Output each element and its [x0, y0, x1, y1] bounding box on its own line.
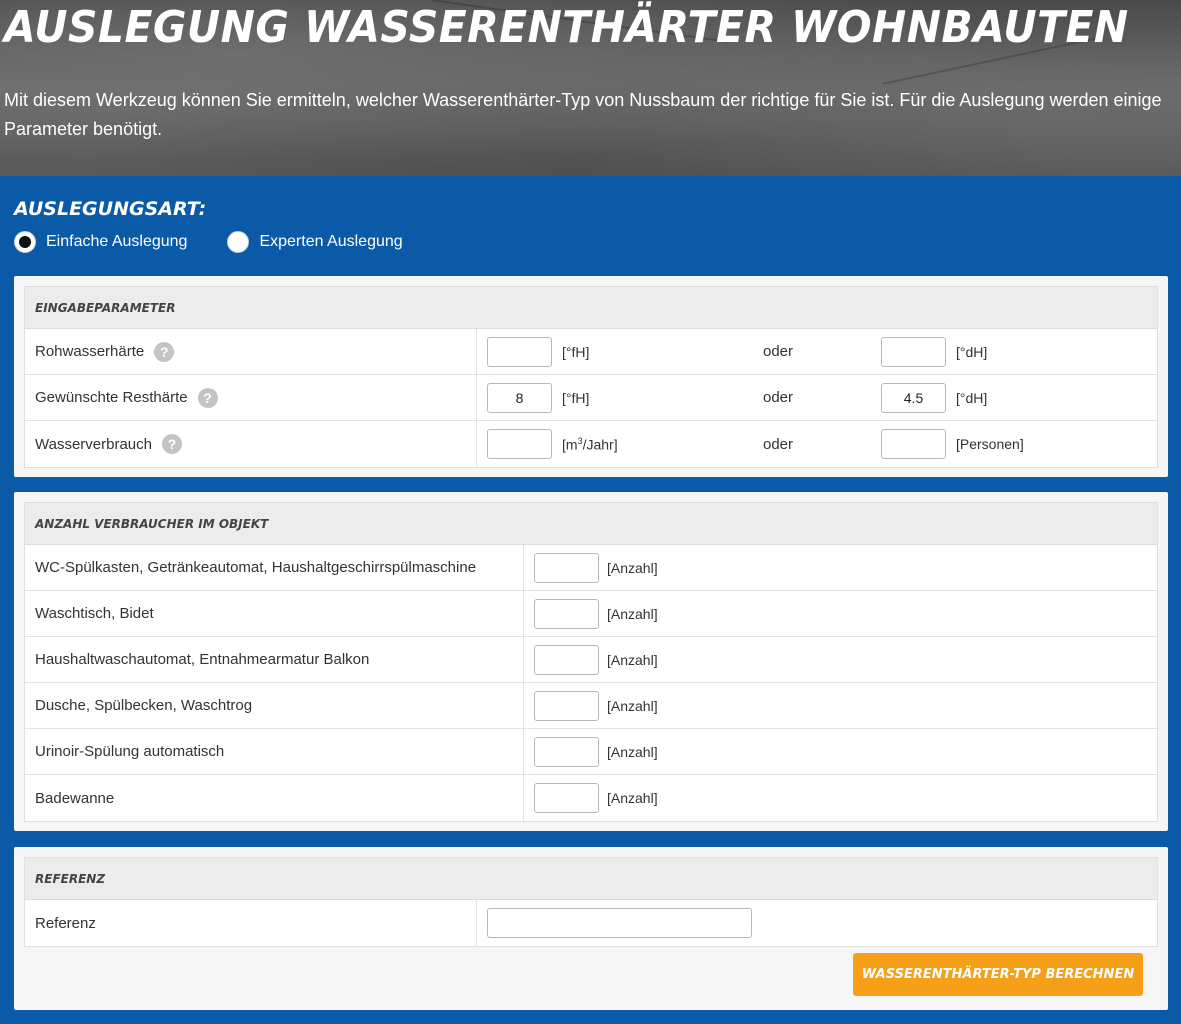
param-label: Rohwasserhärte ?	[25, 329, 477, 374]
referenz-inputs	[477, 900, 1157, 946]
verbraucher-inputs: [Anzahl]	[524, 545, 1157, 590]
unit-label: [Anzahl]	[607, 697, 658, 714]
anzahl-input[interactable]	[534, 644, 599, 675]
param-inputs: [°fH] oder [°dH]	[477, 329, 1157, 374]
section-heading: ANZAHL VERBRAUCHER IM OBJEKT	[25, 503, 1157, 545]
verbraucher-label: Badewanne	[25, 775, 524, 821]
radio-label: Experten Auslegung	[259, 233, 403, 250]
table-row: Dusche, Spülbecken, Waschtrog [Anzahl]	[25, 683, 1157, 729]
help-icon[interactable]: ?	[154, 341, 175, 362]
anzahl-input[interactable]	[534, 736, 599, 767]
verbraucher-inputs: [Anzahl]	[524, 729, 1157, 774]
second-input-group: [°dH]	[881, 382, 988, 413]
param-label-text: Gewünschte Resthärte	[35, 389, 188, 406]
second-input-group: [Personen]	[881, 429, 1024, 459]
unit-label: [Anzahl]	[607, 651, 658, 668]
radio-experten-auslegung[interactable]: Experten Auslegung	[227, 231, 403, 253]
radio-button-checked[interactable]	[14, 231, 36, 253]
verbraucher-table: ANZAHL VERBRAUCHER IM OBJEKT WC-Spülkast…	[24, 502, 1158, 822]
unit-label: [°fH]	[562, 343, 590, 360]
resthaerte-fh-input[interactable]	[487, 382, 552, 413]
anzahl-input[interactable]	[534, 598, 599, 629]
verbraucher-label: WC-Spülkasten, Getränkeautomat, Haushalt…	[25, 545, 524, 590]
calculate-button[interactable]: WASSERENTHÄRTER-TYP BERECHNEN	[853, 953, 1143, 996]
verbraucher-label: Waschtisch, Bidet	[25, 591, 524, 636]
resthaerte-dh-input[interactable]	[881, 382, 946, 413]
table-row: Referenz	[25, 900, 1157, 946]
table-row: WC-Spülkasten, Getränkeautomat, Haushalt…	[25, 545, 1157, 591]
table-row: Gewünschte Resthärte ? [°fH] oder [°dH]	[25, 375, 1157, 421]
page-title: AUSLEGUNG WASSERENTHÄRTER WOHNBAUTEN	[4, 2, 1129, 53]
help-icon[interactable]: ?	[197, 387, 218, 408]
second-input-group: [°dH]	[881, 336, 988, 367]
intro-text: Mit diesem Werkzeug können Sie ermitteln…	[4, 90, 1162, 139]
anzahl-input[interactable]	[534, 552, 599, 583]
param-label: Wasserverbrauch ?	[25, 421, 477, 467]
auslegungsart-radio-group: Einfache Auslegung Experten Auslegung	[14, 231, 443, 253]
referenz-table: REFERENZ Referenz	[24, 857, 1158, 947]
param-inputs: [m3/Jahr] oder [Personen]	[477, 421, 1157, 467]
oder-label: oder	[763, 435, 794, 453]
section-heading: EINGABEPARAMETER	[25, 287, 1157, 329]
section-heading: REFERENZ	[25, 858, 1157, 900]
eingabeparameter-table: EINGABEPARAMETER Rohwasserhärte ? [°fH] …	[24, 286, 1158, 468]
verbraucher-label: Haushaltwaschautomat, Entnahmearmatur Ba…	[25, 637, 524, 682]
referenz-input[interactable]	[487, 908, 752, 938]
radio-einfache-auslegung[interactable]: Einfache Auslegung	[14, 231, 187, 253]
oder-label: oder	[763, 343, 794, 360]
verbraucher-inputs: [Anzahl]	[524, 683, 1157, 728]
radio-button-unchecked[interactable]	[227, 231, 250, 253]
table-row: Urinoir-Spülung automatisch [Anzahl]	[25, 729, 1157, 775]
radio-label: Einfache Auslegung	[46, 233, 188, 250]
rohwasserhaerte-dh-input[interactable]	[881, 336, 946, 367]
param-inputs: [°fH] oder [°dH]	[477, 375, 1157, 420]
unit-label: [Anzahl]	[607, 743, 658, 760]
table-row: Wasserverbrauch ? [m3/Jahr] oder [Person…	[25, 421, 1157, 467]
param-label-text: Rohwasserhärte	[35, 343, 145, 360]
referenz-label: Referenz	[25, 900, 477, 946]
eingabeparameter-box: EINGABEPARAMETER Rohwasserhärte ? [°fH] …	[14, 276, 1168, 477]
table-row: Waschtisch, Bidet [Anzahl]	[25, 591, 1157, 637]
help-icon[interactable]: ?	[161, 434, 182, 454]
unit-part: /Jahr]	[582, 436, 618, 453]
anzahl-input[interactable]	[534, 783, 599, 813]
unit-label: [°dH]	[956, 389, 988, 406]
table-row: Rohwasserhärte ? [°fH] oder [°dH]	[25, 329, 1157, 375]
unit-label: [Anzahl]	[607, 605, 658, 622]
unit-part: [m	[562, 436, 578, 453]
verbraucher-box: ANZAHL VERBRAUCHER IM OBJEKT WC-Spülkast…	[14, 492, 1168, 831]
wasserverbrauch-personen-input[interactable]	[881, 429, 946, 459]
anzahl-input[interactable]	[534, 690, 599, 721]
verbraucher-inputs: [Anzahl]	[524, 775, 1157, 821]
table-row: Badewanne [Anzahl]	[25, 775, 1157, 821]
unit-label: [Anzahl]	[607, 790, 658, 806]
param-label: Gewünschte Resthärte ?	[25, 375, 477, 420]
table-row: Haushaltwaschautomat, Entnahmearmatur Ba…	[25, 637, 1157, 683]
unit-label: [m3/Jahr]	[562, 436, 618, 453]
rohwasserhaerte-fh-input[interactable]	[487, 336, 552, 367]
param-label-text: Wasserverbrauch	[35, 435, 152, 453]
unit-label: [Personen]	[956, 436, 1024, 452]
verbraucher-inputs: [Anzahl]	[524, 591, 1157, 636]
unit-label: [Anzahl]	[607, 559, 658, 576]
unit-label: [°dH]	[956, 343, 988, 360]
radio-dot	[19, 236, 31, 248]
wasserverbrauch-m3-input[interactable]	[487, 429, 552, 459]
oder-label: oder	[763, 389, 794, 406]
unit-label: [°fH]	[562, 389, 590, 406]
verbraucher-label: Dusche, Spülbecken, Waschtrog	[25, 683, 524, 728]
auslegungsart-title: AUSLEGUNGSART:	[14, 198, 207, 220]
verbraucher-inputs: [Anzahl]	[524, 637, 1157, 682]
verbraucher-label: Urinoir-Spülung automatisch	[25, 729, 524, 774]
